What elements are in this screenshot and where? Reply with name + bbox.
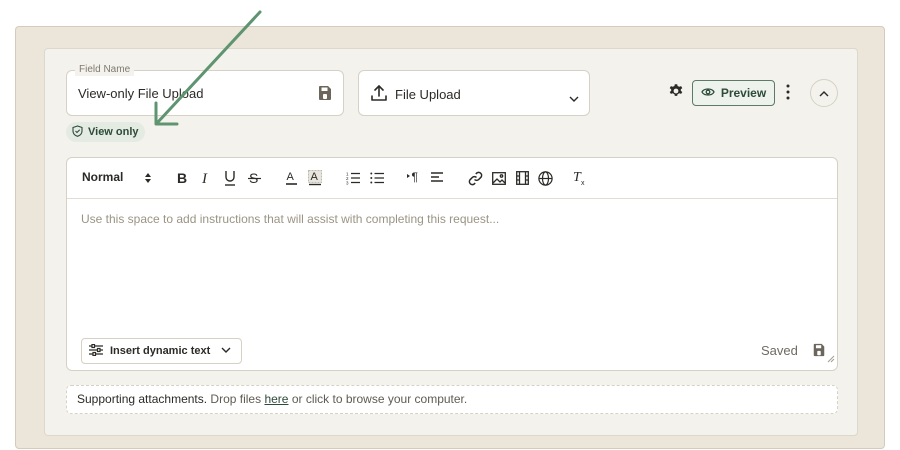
rich-text-editor: Normal B I S A A 123 ¶ Tx Use this space… <box>66 157 838 371</box>
text-color-icon[interactable]: A <box>285 169 298 187</box>
collapse-button[interactable] <box>810 79 838 107</box>
sliders-icon <box>89 343 103 359</box>
insert-dynamic-text-label: Insert dynamic text <box>110 345 211 357</box>
svg-text:B: B <box>177 171 187 185</box>
text-style-select[interactable]: Normal <box>82 168 123 186</box>
resize-grip-icon[interactable] <box>827 350 835 368</box>
field-type-value: File Upload <box>395 87 461 102</box>
eye-icon <box>701 86 715 100</box>
field-type-select[interactable]: File Upload <box>358 70 590 116</box>
attachments-tail: or click to browse your computer. <box>291 392 468 406</box>
italic-icon[interactable]: I <box>200 169 212 187</box>
svg-text:x: x <box>581 180 585 186</box>
shield-check-icon <box>72 124 83 140</box>
attachments-mid: Drop files <box>210 392 262 406</box>
svg-text:I: I <box>201 171 208 185</box>
more-options-icon[interactable] <box>785 83 791 106</box>
attachments-browse-link[interactable]: here <box>264 392 288 406</box>
image-icon[interactable] <box>492 169 506 187</box>
field-name-input[interactable]: Field Name View-only File Upload <box>66 64 344 116</box>
saved-status: Saved <box>761 343 798 358</box>
save-icon[interactable] <box>317 85 333 106</box>
underline-icon[interactable] <box>224 169 236 187</box>
attachments-dropzone[interactable]: Supporting attachments. Drop files here … <box>66 385 838 414</box>
ordered-list-icon[interactable]: 123 <box>346 169 360 187</box>
view-only-badge: View only <box>66 122 145 142</box>
editor-placeholder[interactable]: Use this space to add instructions that … <box>81 212 499 226</box>
view-only-label: View only <box>88 126 139 138</box>
svg-text:A: A <box>287 171 295 183</box>
link-icon[interactable] <box>468 169 483 187</box>
select-arrows-icon[interactable] <box>145 169 151 187</box>
align-left-icon[interactable] <box>431 169 444 187</box>
strikethrough-icon[interactable]: S <box>248 169 261 187</box>
field-name-legend: Field Name <box>75 64 135 76</box>
preview-button[interactable]: Preview <box>692 80 775 106</box>
gear-icon[interactable] <box>668 83 684 104</box>
chevron-up-icon <box>819 84 829 102</box>
chevron-down-icon <box>221 345 231 357</box>
saved-icon <box>812 343 826 362</box>
preview-label: Preview <box>720 86 767 100</box>
globe-icon[interactable] <box>538 169 553 187</box>
clear-formatting-icon[interactable]: Tx <box>573 169 587 187</box>
highlight-icon[interactable]: A <box>308 169 322 187</box>
field-name-value[interactable]: View-only File Upload <box>78 86 204 101</box>
attachments-lead: Supporting attachments. <box>77 392 208 406</box>
field-card: Field Name View-only File Upload File Up… <box>44 48 858 436</box>
bold-icon[interactable]: B <box>176 169 188 187</box>
text-direction-icon[interactable]: ¶ <box>407 169 422 187</box>
insert-dynamic-text-button[interactable]: Insert dynamic text <box>81 338 242 364</box>
bullet-list-icon[interactable] <box>370 169 384 187</box>
svg-text:¶: ¶ <box>412 171 418 184</box>
svg-text:3: 3 <box>346 181 349 186</box>
svg-text:A: A <box>311 171 319 183</box>
video-icon[interactable] <box>516 169 529 187</box>
chevron-down-icon <box>569 90 579 108</box>
upload-icon <box>370 84 388 107</box>
outer-panel: Field Name View-only File Upload File Up… <box>15 26 885 449</box>
editor-toolbar: Normal B I S A A 123 ¶ Tx <box>67 158 837 199</box>
